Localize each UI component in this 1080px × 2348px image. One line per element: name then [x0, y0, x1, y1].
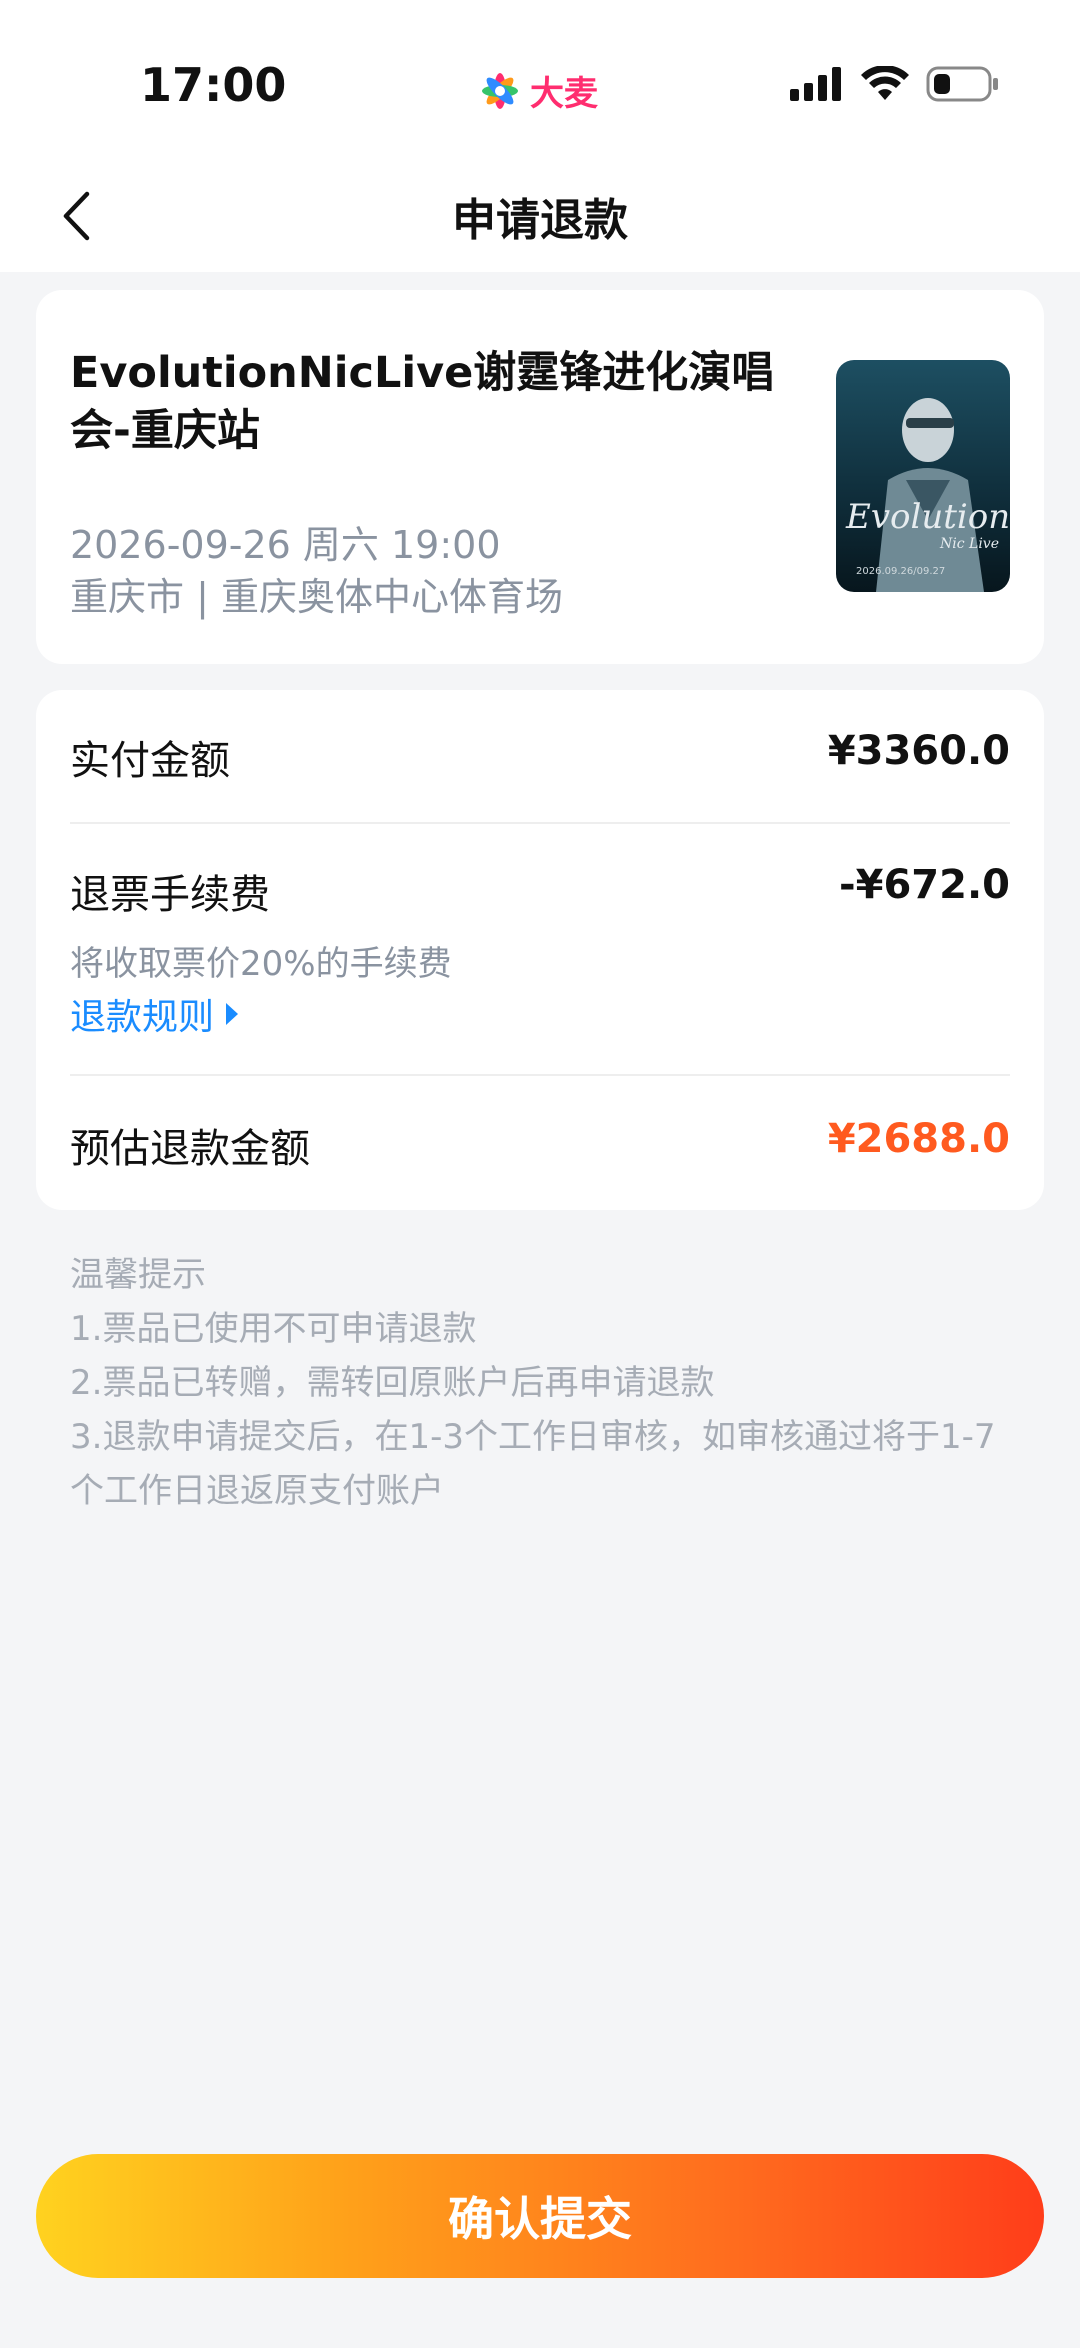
- submit-button[interactable]: 确认提交: [36, 2154, 1044, 2278]
- event-datetime: 2026-09-26 周六 19:00: [70, 523, 501, 567]
- status-time: 17:00: [140, 58, 287, 112]
- paid-label: 实付金额: [70, 738, 230, 784]
- divider: [70, 822, 1010, 824]
- estimate-value: ¥2688.0: [827, 1116, 1010, 1162]
- brand-name: 大麦: [530, 74, 598, 114]
- event-card[interactable]: EvolutionNicLive谢霆锋进化演唱会-重庆站 2026-09-26 …: [36, 290, 1044, 664]
- fee-value: -¥672.0: [839, 862, 1010, 908]
- status-bar: 17:00 大麦: [0, 0, 1080, 160]
- price-card: 实付金额 ¥3360.0 退票手续费 -¥672.0 将收取票价20%的手续费 …: [36, 690, 1044, 1210]
- fee-label: 退票手续费: [70, 872, 270, 918]
- status-icons: [790, 66, 1000, 102]
- event-title: EvolutionNicLive谢霆锋进化演唱会-重庆站: [70, 348, 775, 456]
- paid-value: ¥3360.0: [827, 728, 1010, 774]
- poster-title: Evolution: [845, 497, 1010, 537]
- event-poster: Evolution Nic Live 2026.09.26/09.27: [836, 360, 1010, 592]
- brand-flower-icon: [482, 72, 518, 109]
- signal-icon: [790, 67, 841, 101]
- estimate-label: 预估退款金额: [70, 1126, 310, 1172]
- tips-section: 温馨提示 1.票品已使用不可申请退款 2.票品已转赠，需转回原账户后再申请退款 …: [70, 1248, 1020, 1518]
- divider: [70, 1074, 1010, 1076]
- poster-subtitle: Nic Live: [939, 536, 999, 552]
- tip-line: 3.退款申请提交后，在1-3个工作日审核，如审核通过将于1-7: [70, 1417, 996, 1457]
- fee-note: 将收取票价20%的手续费: [70, 944, 452, 984]
- poster-date: 2026.09.26/09.27: [856, 566, 945, 577]
- page-title: 申请退款: [452, 195, 628, 246]
- nav-bar: 申请退款: [0, 160, 1080, 272]
- refund-rules-label: 退款规则: [70, 997, 215, 1038]
- event-venue: 重庆市 | 重庆奥体中心体育场: [70, 575, 563, 619]
- battery-icon: [926, 66, 998, 102]
- caret-right-icon: [226, 1003, 239, 1025]
- tip-line: 个工作日退返原支付账户: [70, 1471, 444, 1511]
- tips-title: 温馨提示: [70, 1255, 206, 1295]
- tip-line: 2.票品已转赠，需转回原账户后再申请退款: [70, 1363, 715, 1403]
- wifi-icon: [861, 66, 909, 100]
- tip-line: 1.票品已使用不可申请退款: [70, 1309, 477, 1349]
- refund-rules-link[interactable]: 退款规则: [70, 988, 240, 1040]
- brand-logo: 大麦: [478, 66, 598, 115]
